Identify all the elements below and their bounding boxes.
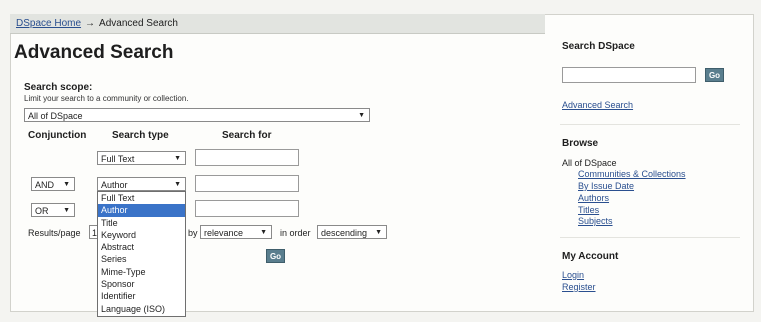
dropdown-option[interactable]: Keyword — [98, 229, 185, 241]
search-type-value-1: Full Text — [101, 154, 135, 164]
page-title: Advanced Search — [14, 42, 174, 63]
chevron-down-icon: ▼ — [174, 181, 181, 188]
search-scope-hint: Limit your search to a community or coll… — [24, 94, 189, 103]
search-type-select-2[interactable]: Author ▼ — [97, 177, 186, 191]
sort-by-label: by — [188, 228, 198, 238]
dropdown-option[interactable]: Series — [98, 253, 185, 265]
search-scope-value: All of DSpace — [28, 111, 83, 121]
sort-by-select[interactable]: relevance ▼ — [200, 225, 272, 239]
browse-link-issue-date[interactable]: By Issue Date — [578, 181, 634, 191]
chevron-down-icon: ▼ — [375, 229, 382, 236]
chevron-down-icon: ▼ — [358, 112, 365, 119]
search-scope-select[interactable]: All of DSpace ▼ — [24, 108, 370, 122]
chevron-down-icon: ▼ — [174, 155, 181, 162]
conjunction-select-3[interactable]: OR ▼ — [31, 203, 75, 217]
dropdown-option[interactable]: Title — [98, 217, 185, 229]
login-link[interactable]: Login — [562, 270, 584, 280]
chevron-down-icon: ▼ — [63, 207, 70, 214]
search-type-dropdown-list[interactable]: Full Text Author Title Keyword Abstract … — [97, 191, 186, 317]
sort-by-value: relevance — [204, 228, 244, 238]
search-type-select-1[interactable]: Full Text ▼ — [97, 151, 186, 165]
browse-scope: All of DSpace — [562, 158, 617, 168]
chevron-down-icon: ▼ — [260, 229, 267, 236]
search-for-input-3[interactable] — [195, 200, 299, 217]
conjunction-value-2: AND — [35, 180, 55, 190]
sidebar-search-input[interactable] — [562, 67, 696, 83]
sidebar-divider — [560, 237, 740, 238]
chevron-down-icon: ▼ — [63, 181, 70, 188]
register-link[interactable]: Register — [562, 282, 596, 292]
search-go-button[interactable]: Go — [266, 249, 285, 263]
order-value: descending — [321, 228, 368, 238]
conjunction-select-2[interactable]: AND ▼ — [31, 177, 75, 191]
search-for-input-1[interactable] — [195, 149, 299, 166]
breadcrumb-current: Advanced Search — [99, 18, 178, 29]
browse-link-subjects[interactable]: Subjects — [578, 216, 613, 226]
search-scope-title: Search scope: — [24, 82, 93, 93]
browse-title: Browse — [562, 138, 599, 149]
sidebar-search-title: Search DSpace — [562, 41, 635, 52]
dropdown-option[interactable]: Language (ISO) — [98, 303, 185, 315]
results-per-page-label: Results/page — [28, 228, 81, 238]
dropdown-option[interactable]: Abstract — [98, 241, 185, 253]
breadcrumb-home-link[interactable]: DSpace Home — [16, 18, 81, 29]
search-type-value-2: Author — [101, 180, 128, 190]
browse-link-authors[interactable]: Authors — [578, 193, 609, 203]
sidebar-divider — [560, 124, 740, 125]
order-label: in order — [280, 228, 311, 238]
dropdown-option[interactable]: Mime-Type — [98, 266, 185, 278]
dropdown-option[interactable]: Sponsor — [98, 278, 185, 290]
breadcrumb: DSpace Home → Advanced Search — [10, 14, 545, 34]
search-for-input-2[interactable] — [195, 175, 299, 192]
advanced-search-link[interactable]: Advanced Search — [562, 100, 633, 110]
breadcrumb-arrow-icon: → — [85, 18, 96, 29]
dropdown-option[interactable]: Identifier — [98, 290, 185, 302]
order-select[interactable]: descending ▼ — [317, 225, 387, 239]
conjunction-value-3: OR — [35, 206, 49, 216]
search-type-header: Search type — [112, 130, 169, 141]
sidebar-go-button[interactable]: Go — [705, 68, 724, 82]
dropdown-option-highlighted[interactable]: Author — [98, 204, 185, 217]
my-account-title: My Account — [562, 251, 619, 262]
conjunction-header: Conjunction — [28, 130, 87, 141]
browse-link-communities[interactable]: Communities & Collections — [578, 169, 686, 179]
browse-link-titles[interactable]: Titles — [578, 205, 599, 215]
search-for-header: Search for — [222, 130, 272, 141]
dropdown-option[interactable]: Full Text — [98, 192, 185, 204]
